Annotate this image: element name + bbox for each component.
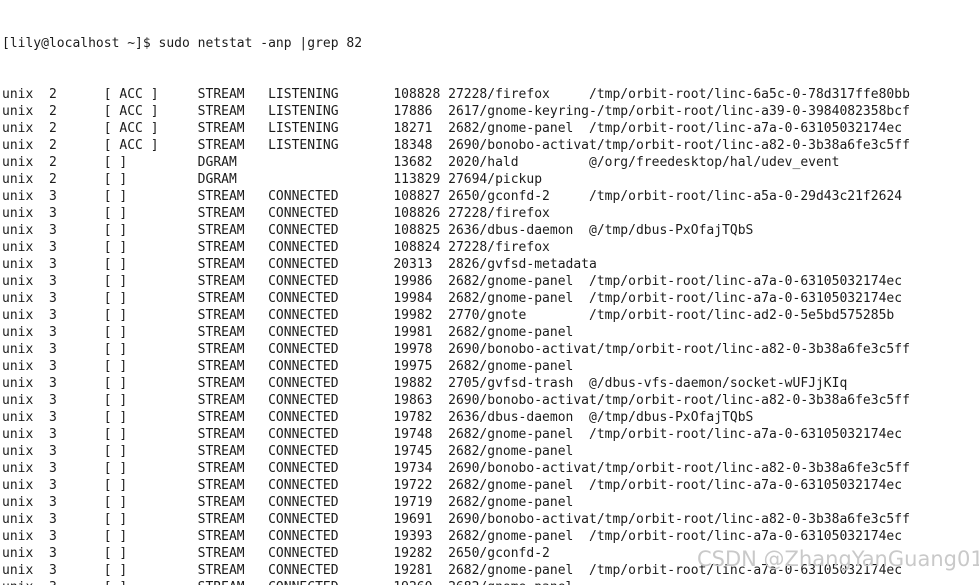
netstat-row: unix 2 [ ACC ] STREAM LISTENING 17886 26… — [2, 104, 910, 119]
netstat-row: unix 2 [ ] DGRAM 13682 2020/hald @/org/f… — [2, 155, 840, 170]
netstat-row: unix 3 [ ] STREAM CONNECTED 19282 2650/g… — [2, 546, 550, 561]
netstat-row: unix 3 [ ] STREAM CONNECTED 19281 2682/g… — [2, 563, 903, 578]
netstat-row: unix 2 [ ] DGRAM 113829 27694/pickup — [2, 172, 543, 187]
netstat-row: unix 3 [ ] STREAM CONNECTED 19982 2770/g… — [2, 308, 895, 323]
netstat-row: unix 3 [ ] STREAM CONNECTED 19782 2636/d… — [2, 410, 754, 425]
netstat-row: unix 3 [ ] STREAM CONNECTED 19393 2682/g… — [2, 529, 903, 544]
netstat-output-rows: unix 2 [ ACC ] STREAM LISTENING 108828 2… — [2, 86, 979, 585]
netstat-row: unix 3 [ ] STREAM CONNECTED 19734 2690/b… — [2, 461, 910, 476]
netstat-row: unix 3 [ ] STREAM CONNECTED 19981 2682/g… — [2, 325, 574, 340]
netstat-row: unix 3 [ ] STREAM CONNECTED 19748 2682/g… — [2, 427, 903, 442]
terminal-window[interactable]: [lily@localhost ~]$ sudo netstat -anp |g… — [0, 0, 979, 585]
netstat-row: unix 3 [ ] STREAM CONNECTED 20313 2826/g… — [2, 257, 597, 272]
netstat-row: unix 3 [ ] STREAM CONNECTED 19691 2690/b… — [2, 512, 910, 527]
netstat-row: unix 3 [ ] STREAM CONNECTED 19882 2705/g… — [2, 376, 848, 391]
netstat-row: unix 2 [ ACC ] STREAM LISTENING 108828 2… — [2, 87, 910, 102]
netstat-row: unix 3 [ ] STREAM CONNECTED 19984 2682/g… — [2, 291, 903, 306]
netstat-row: unix 2 [ ACC ] STREAM LISTENING 18348 26… — [2, 138, 910, 153]
terminal-screen[interactable]: [lily@localhost ~]$ sudo netstat -anp |g… — [2, 1, 979, 585]
netstat-row: unix 3 [ ] STREAM CONNECTED 19260 2682/g… — [2, 579, 979, 585]
netstat-row: unix 3 [ ] STREAM CONNECTED 19978 2690/b… — [2, 342, 910, 357]
netstat-row: unix 3 [ ] STREAM CONNECTED 108824 27228… — [2, 240, 550, 255]
netstat-row: unix 3 [ ] STREAM CONNECTED 19722 2682/g… — [2, 478, 903, 493]
netstat-row: unix 3 [ ] STREAM CONNECTED 108827 2650/… — [2, 189, 903, 204]
netstat-row: unix 3 [ ] STREAM CONNECTED 19863 2690/b… — [2, 393, 910, 408]
netstat-row: unix 3 [ ] STREAM CONNECTED 19745 2682/g… — [2, 444, 574, 459]
netstat-row: unix 3 [ ] STREAM CONNECTED 19986 2682/g… — [2, 274, 903, 289]
netstat-row: unix 3 [ ] STREAM CONNECTED 108826 27228… — [2, 206, 550, 221]
shell-prompt-line: [lily@localhost ~]$ sudo netstat -anp |g… — [2, 36, 363, 51]
netstat-row: unix 3 [ ] STREAM CONNECTED 19719 2682/g… — [2, 495, 574, 510]
netstat-row: unix 2 [ ACC ] STREAM LISTENING 18271 26… — [2, 121, 903, 136]
netstat-row: unix 3 [ ] STREAM CONNECTED 19975 2682/g… — [2, 359, 574, 374]
netstat-row: unix 3 [ ] STREAM CONNECTED 108825 2636/… — [2, 223, 754, 238]
